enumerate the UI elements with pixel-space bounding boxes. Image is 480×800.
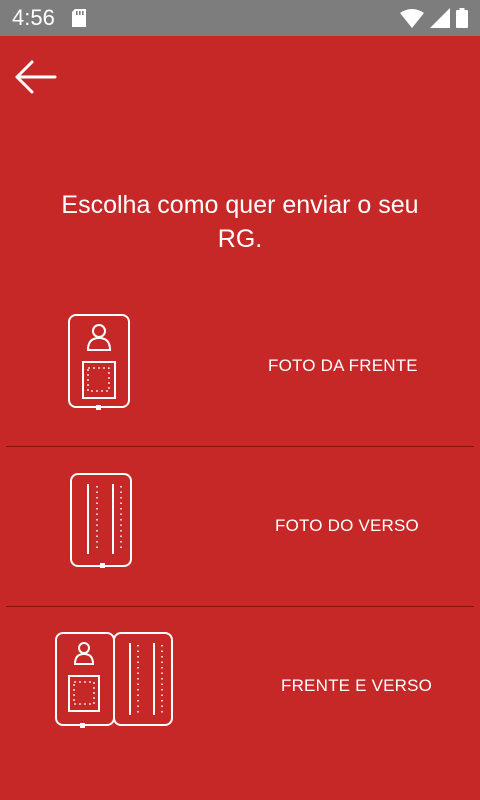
status-time: 4:56 — [12, 5, 55, 30]
id-front-back-icon — [50, 626, 180, 746]
status-bar: 4:56 — [0, 0, 480, 36]
option-label-front: FOTO DA FRENTE — [268, 356, 418, 375]
option-front-and-back[interactable]: FRENTE E VERSO — [6, 606, 474, 766]
signal-icon — [430, 8, 450, 28]
wifi-icon — [400, 8, 424, 28]
option-label-both: FRENTE E VERSO — [281, 676, 433, 695]
arrow-left-icon — [14, 60, 58, 94]
battery-icon — [456, 8, 468, 28]
option-label-back: FOTO DO VERSO — [275, 516, 419, 535]
option-back-photo[interactable]: FOTO DO VERSO — [6, 446, 474, 606]
sd-card-icon — [72, 9, 86, 27]
page-title: Escolha como quer enviar o seu RG. — [61, 191, 419, 253]
option-front-photo[interactable]: FOTO DA FRENTE — [6, 286, 474, 446]
back-button[interactable] — [14, 60, 58, 94]
id-back-icon — [64, 466, 144, 586]
id-front-icon — [61, 306, 141, 426]
status-icons — [400, 7, 468, 29]
